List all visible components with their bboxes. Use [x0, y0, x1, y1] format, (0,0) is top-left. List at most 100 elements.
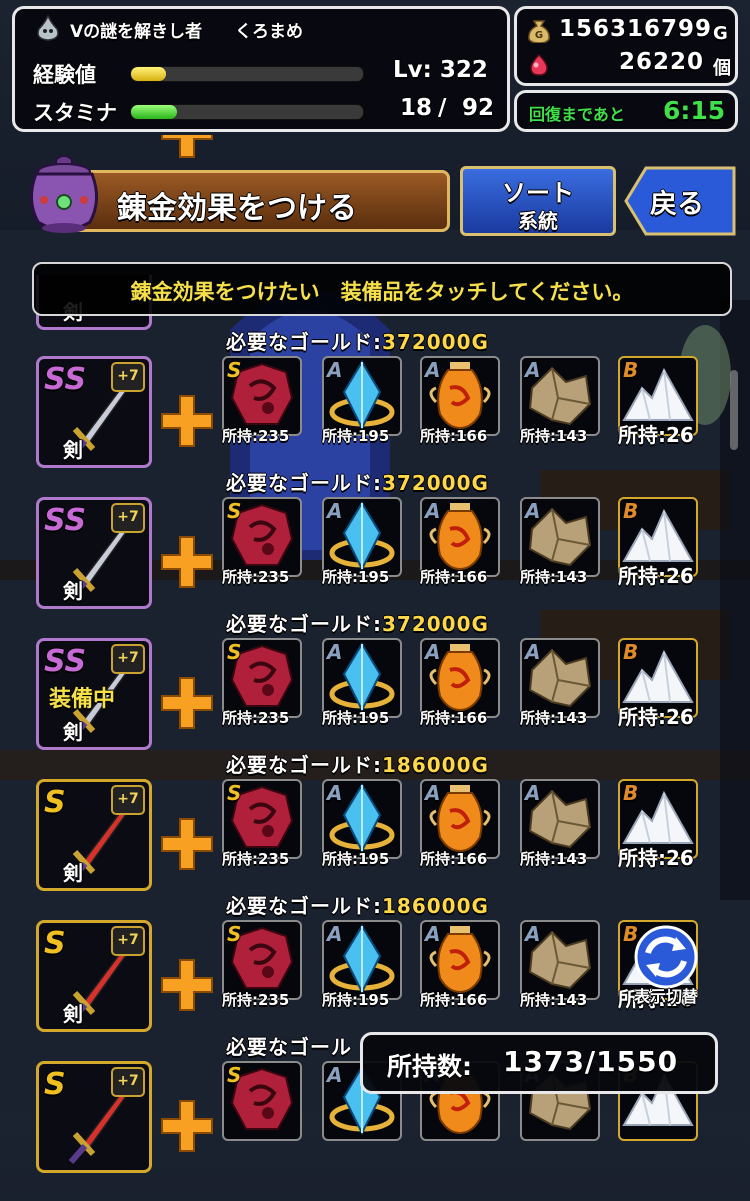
material-owned: 所持:143	[520, 991, 588, 1009]
material-rank: S	[227, 358, 242, 382]
svg-text:G: G	[535, 30, 543, 41]
recovery-label: 回復まであと	[529, 105, 625, 124]
material-slot: A 所持:195	[322, 779, 402, 868]
refresh-icon	[634, 925, 698, 989]
weapon-card[interactable]: SS +7 装備中剣	[36, 638, 152, 750]
material-owned: 所持:235	[222, 427, 290, 445]
material-owned: 所持:143	[520, 709, 588, 727]
gem-amount: 26220	[619, 49, 705, 75]
material-slot: A 所持:143	[520, 356, 600, 445]
required-gold-value: 186000G	[382, 894, 489, 918]
recovery-time: 6:15	[663, 96, 726, 125]
material-slot: A 所持:166	[420, 497, 500, 586]
material-rank: A	[525, 499, 541, 523]
display-toggle-button[interactable]: 表示切替	[626, 925, 706, 1006]
partial-plus-icon	[160, 135, 214, 159]
plus-icon	[160, 958, 214, 1012]
stamina-max: 92	[462, 95, 495, 121]
gem-unit: 個	[713, 58, 731, 79]
weapon-rank: S	[44, 785, 66, 820]
material-slot: S 所持:235	[222, 497, 302, 586]
player-title: Vの謎を解きし者	[70, 22, 203, 42]
material-slot: S 所持:235	[222, 356, 302, 445]
plus-icon	[160, 535, 214, 589]
gold-bag-icon: G	[527, 17, 551, 44]
material-slot: A 所持:143	[520, 779, 600, 868]
material-rank: A	[425, 922, 441, 946]
material-rank: S	[227, 781, 242, 805]
required-gold-label: 必要なゴール	[226, 1035, 352, 1059]
weapon-rank: S	[44, 1067, 66, 1102]
material-rank: S	[227, 1063, 242, 1087]
gold-unit: G	[713, 23, 728, 44]
weapon-card[interactable]: SS +7 剣	[36, 497, 152, 609]
material-slot: B 所持:26	[618, 497, 698, 588]
possession-count-panel: 所持数: 1373/1550	[360, 1032, 718, 1094]
material-rank: A	[525, 922, 541, 946]
material-slot: A 所持:166	[420, 638, 500, 727]
material-rank: A	[525, 781, 541, 805]
material-owned: 所持:166	[420, 991, 488, 1009]
weapon-card[interactable]: S +7 剣	[36, 920, 152, 1032]
material-owned: 所持:26	[618, 846, 694, 870]
required-gold: 必要なゴールド:186000G	[226, 749, 489, 778]
required-gold: 必要なゴールド:186000G	[226, 890, 489, 919]
required-gold: 必要なゴールド:372000G	[226, 326, 489, 355]
back-button[interactable]: 戻る	[624, 166, 738, 236]
weapon-rank: S	[44, 926, 66, 961]
possession-label: 所持数:	[387, 1052, 472, 1081]
sort-button-label: ソート	[502, 179, 574, 207]
header-title-plate: 錬金効果をつける	[72, 170, 450, 232]
weapon-plus-badge: +7	[111, 644, 145, 674]
weapon-card[interactable]: SS +7 剣	[36, 356, 152, 468]
required-gold-label: 必要なゴールド:	[226, 753, 382, 777]
equipped-badge: 装備中	[49, 687, 116, 712]
plus-icon	[160, 1099, 214, 1153]
weapon-type: 剣	[63, 579, 83, 603]
material-owned: 所持:235	[222, 568, 290, 586]
material-rank: A	[327, 922, 343, 946]
material-slot: A 所持:195	[322, 497, 402, 586]
material-rank: A	[327, 640, 343, 664]
material-rank: A	[327, 499, 343, 523]
material-slot: B 所持:26	[618, 638, 698, 729]
weapon-type: 剣	[63, 1002, 83, 1026]
display-toggle-label: 表示切替	[633, 987, 698, 1006]
material-rank: S	[227, 922, 242, 946]
weapon-rank: SS	[44, 362, 87, 397]
material-rank: B	[623, 358, 639, 382]
sort-button[interactable]: ソート 系統	[460, 166, 616, 236]
instruction-text: 錬金効果をつけたい 装備品をタッチしてください。	[130, 280, 634, 304]
material-slot: A 所持:143	[520, 638, 600, 727]
required-gold: 必要なゴールド:372000G	[226, 467, 489, 496]
level-text: Lv: 322	[393, 57, 488, 83]
material-rank: A	[525, 358, 541, 382]
required-gold-value: 186000G	[382, 753, 489, 777]
material-owned: 所持:195	[322, 850, 390, 868]
player-name: くろまめ	[235, 22, 303, 42]
material-rank: S	[227, 640, 242, 664]
stamina-separator: /	[438, 95, 447, 121]
weapon-card[interactable]: S +7	[36, 1061, 152, 1173]
weapon-plus-badge: +7	[111, 503, 145, 533]
required-gold: 必要なゴール	[226, 1031, 352, 1060]
weapon-type: 剣	[63, 861, 83, 885]
material-owned: 所持:26	[618, 564, 694, 588]
material-rank: A	[327, 781, 343, 805]
material-owned: 所持:26	[618, 705, 694, 729]
material-owned: 所持:195	[322, 568, 390, 586]
weapon-plus-badge: +7	[111, 1067, 145, 1097]
plus-icon	[160, 394, 214, 448]
required-gold: 必要なゴールド:372000G	[226, 608, 489, 637]
header-bar: 錬金効果をつける	[22, 155, 452, 240]
back-button-label: 戻る	[650, 189, 704, 220]
stamina-bar-fill	[131, 105, 178, 119]
material-slot: A 所持:166	[420, 920, 500, 1009]
weapon-card[interactable]: S +7 剣	[36, 779, 152, 891]
material-slot: A 所持:143	[520, 920, 600, 1009]
material-slot: A 所持:195	[322, 920, 402, 1009]
material-rank: A	[327, 1063, 343, 1087]
weapon-plus-badge: +7	[111, 785, 145, 815]
required-gold-label: 必要なゴールド:	[226, 612, 382, 636]
material-slot: S 所持:235	[222, 638, 302, 727]
